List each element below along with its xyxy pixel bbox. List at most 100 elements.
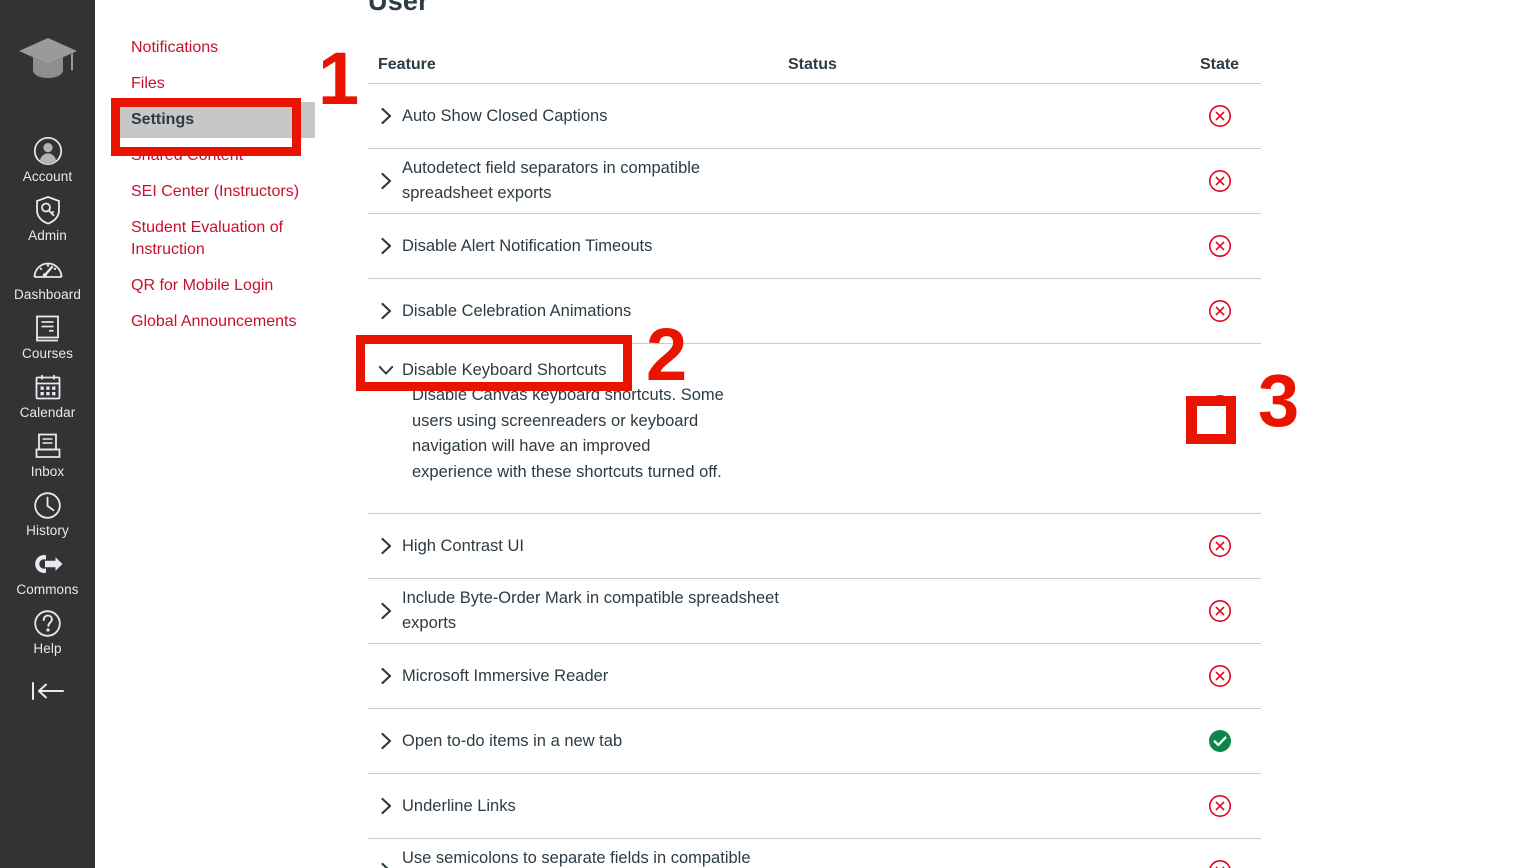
circle-x-icon[interactable] (1208, 534, 1232, 558)
feature-cell: High Contrast UI (368, 534, 788, 559)
chevron-right-icon[interactable] (378, 537, 394, 555)
inbox-tray-icon (34, 431, 62, 461)
feature-cell: Underline Links (368, 794, 788, 819)
feature-name[interactable]: Disable Alert Notification Timeouts (402, 234, 652, 259)
chevron-right-icon[interactable] (378, 237, 394, 255)
table-body: Auto Show Closed Captions Autodetect fiel… (368, 84, 1261, 868)
global-nav-label: Admin (28, 228, 67, 243)
book-icon (34, 313, 61, 343)
circle-x-icon[interactable] (1208, 394, 1232, 418)
global-nav-item-commons[interactable]: Commons (0, 543, 95, 602)
chevron-right-icon[interactable] (378, 107, 394, 125)
chevron-down-icon[interactable] (378, 364, 394, 377)
state-cell[interactable] (1178, 394, 1261, 418)
circle-x-icon[interactable] (1208, 299, 1232, 323)
sidebar-item-global-announcements[interactable]: Global Announcements (111, 304, 346, 340)
feature-cell: Disable Alert Notification Timeouts (368, 234, 788, 259)
state-cell[interactable] (1178, 299, 1261, 323)
chevron-right-icon[interactable] (378, 797, 394, 815)
feature-name[interactable]: Auto Show Closed Captions (402, 104, 607, 129)
global-nav-item-courses[interactable]: Courses (0, 307, 95, 366)
main-content: User Feature Status State Auto Show Clos… (360, 0, 1535, 868)
state-cell[interactable] (1178, 169, 1261, 193)
circle-check-icon[interactable] (1208, 729, 1232, 753)
feature-name[interactable]: Include Byte-Order Mark in compatible sp… (402, 586, 788, 636)
sidebar-item-notifications[interactable]: Notifications (111, 30, 346, 66)
canvas-logo[interactable] (0, 0, 95, 118)
table-row: Disable Celebration Animations (368, 279, 1261, 344)
clock-icon (33, 490, 62, 520)
feature-name[interactable]: Disable Celebration Animations (402, 299, 631, 324)
global-nav-label: Courses (22, 346, 73, 361)
global-nav-label: Inbox (31, 464, 65, 479)
settings-secondary-navigation: Notifications Files Settings Shared Cont… (95, 0, 360, 868)
feature-name[interactable]: High Contrast UI (402, 534, 524, 559)
sidebar-item-files[interactable]: Files (111, 66, 346, 102)
table-row: High Contrast UI (368, 514, 1261, 579)
state-cell[interactable] (1178, 234, 1261, 258)
global-nav-label: History (26, 523, 69, 538)
state-cell[interactable] (1178, 534, 1261, 558)
global-nav-item-calendar[interactable]: Calendar (0, 366, 95, 425)
global-nav-label: Calendar (20, 405, 76, 420)
chevron-right-icon[interactable] (378, 862, 394, 868)
chevron-right-icon[interactable] (378, 602, 394, 620)
sidebar-item-qr-mobile-login[interactable]: QR for Mobile Login (111, 268, 346, 304)
state-cell[interactable] (1178, 664, 1261, 688)
circle-x-icon[interactable] (1208, 794, 1232, 818)
collapse-left-arrow-icon (29, 680, 67, 702)
circle-x-icon[interactable] (1208, 104, 1232, 128)
table-row: Microsoft Immersive Reader (368, 644, 1261, 709)
chevron-right-icon[interactable] (378, 732, 394, 750)
global-nav-item-admin[interactable]: Admin (0, 189, 95, 248)
sidebar-item-student-evaluation[interactable]: Student Evaluation of Instruction (111, 210, 346, 268)
sidebar-item-settings[interactable]: Settings (111, 102, 315, 138)
feature-cell: Auto Show Closed Captions (368, 104, 788, 129)
table-row: Use semicolons to separate fields in com… (368, 839, 1261, 868)
global-nav-item-history[interactable]: History (0, 484, 95, 543)
column-header-status: Status (788, 56, 1178, 83)
circle-x-icon[interactable] (1208, 859, 1232, 868)
feature-name[interactable]: Underline Links (402, 794, 516, 819)
state-cell[interactable] (1178, 104, 1261, 128)
global-nav-label: Help (33, 641, 61, 656)
speedometer-icon (32, 254, 64, 284)
feature-cell: Use semicolons to separate fields in com… (368, 846, 788, 868)
feature-cell: Autodetect field separators in compatibl… (368, 156, 788, 206)
global-nav-item-help[interactable]: Help (0, 602, 95, 661)
table-row: Disable Keyboard ShortcutsDisable Canvas… (368, 344, 1261, 514)
calendar-icon (34, 372, 62, 402)
sidebar-item-shared-content[interactable]: Shared Content (111, 138, 346, 174)
feature-name[interactable]: Disable Keyboard Shortcuts (402, 358, 607, 383)
feature-cell: Disable Celebration Animations (368, 299, 788, 324)
circle-x-icon[interactable] (1208, 599, 1232, 623)
chevron-right-icon[interactable] (378, 302, 394, 320)
global-nav-item-inbox[interactable]: Inbox (0, 425, 95, 484)
feature-name[interactable]: Use semicolons to separate fields in com… (402, 846, 788, 868)
feature-name[interactable]: Autodetect field separators in compatibl… (402, 156, 788, 206)
state-cell[interactable] (1178, 859, 1261, 868)
global-nav-item-dashboard[interactable]: Dashboard (0, 248, 95, 307)
column-header-state: State (1178, 56, 1261, 83)
feature-name[interactable]: Open to-do items in a new tab (402, 729, 622, 754)
feature-flags-table: Feature Status State Auto Show Closed Ca… (368, 44, 1261, 868)
state-cell[interactable] (1178, 599, 1261, 623)
state-cell[interactable] (1178, 729, 1261, 753)
circle-x-icon[interactable] (1208, 234, 1232, 258)
table-row: Auto Show Closed Captions (368, 84, 1261, 149)
circle-x-icon[interactable] (1208, 664, 1232, 688)
chevron-right-icon[interactable] (378, 172, 394, 190)
page-title: User (368, 0, 429, 17)
global-nav-item-account[interactable]: Account (0, 130, 95, 189)
collapse-nav-button[interactable] (0, 661, 95, 721)
table-header-row: Feature Status State (368, 44, 1261, 84)
graduation-cap-icon (17, 36, 79, 82)
table-row: Autodetect field separators in compatibl… (368, 149, 1261, 214)
table-row: Open to-do items in a new tab (368, 709, 1261, 774)
state-cell[interactable] (1178, 794, 1261, 818)
feature-name[interactable]: Microsoft Immersive Reader (402, 664, 608, 689)
circle-x-icon[interactable] (1208, 169, 1232, 193)
sidebar-item-sei-center[interactable]: SEI Center (Instructors) (111, 174, 346, 210)
chevron-right-icon[interactable] (378, 667, 394, 685)
global-navigation: Account Admin (0, 0, 95, 868)
